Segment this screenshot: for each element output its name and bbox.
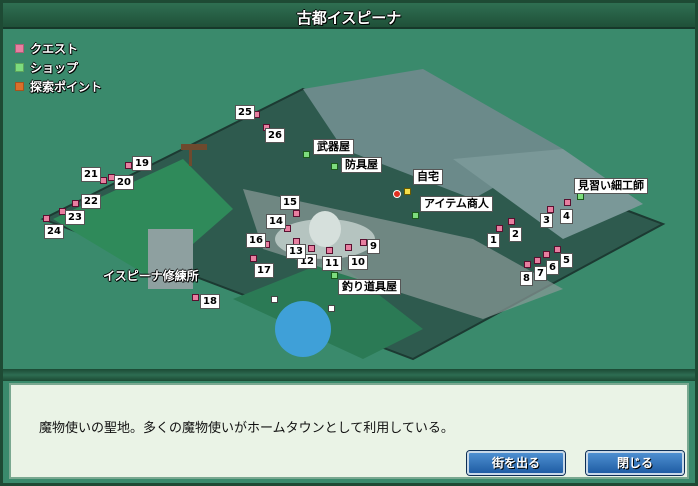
quest-marker[interactable]	[554, 246, 561, 253]
legend-item-explore: 探索ポイント	[15, 77, 102, 96]
legend-label: 探索ポイント	[30, 80, 103, 94]
quest-marker[interactable]	[43, 215, 50, 222]
legend: クエスト ショップ 探索ポイント	[15, 39, 102, 96]
warp-marker[interactable]	[271, 296, 278, 303]
quest-number: 17	[254, 263, 274, 278]
quest-number: 15	[280, 195, 300, 210]
quest-number: 4	[560, 209, 573, 224]
close-button[interactable]: 閉じる	[586, 451, 684, 475]
quest-number: 24	[44, 224, 64, 239]
shop-marker[interactable]	[331, 163, 338, 170]
town-map-window: 古都イスピーナ クエスト ショップ 探索ポイント 武器屋 防具屋 自宅 アイテム…	[0, 0, 698, 486]
place-training-hall[interactable]: イスピーナ修練所	[103, 267, 199, 284]
shop-swatch-icon	[15, 63, 24, 72]
quest-marker[interactable]	[100, 177, 107, 184]
quest-number: 20	[114, 175, 134, 190]
place-fishing-shop[interactable]: 釣り道具屋	[338, 279, 401, 295]
quest-marker[interactable]	[360, 239, 367, 246]
map-area[interactable]: クエスト ショップ 探索ポイント 武器屋 防具屋 自宅 アイテム商人 見習い細工…	[3, 29, 695, 369]
description-text: 魔物使いの聖地。多くの魔物使いがホームタウンとして利用している。	[39, 421, 454, 436]
quest-number: 26	[265, 128, 285, 143]
explore-swatch-icon	[15, 82, 24, 91]
quest-number: 18	[200, 294, 220, 309]
quest-number: 2	[509, 227, 522, 242]
legend-item-quest: クエスト	[15, 39, 102, 58]
shop-marker[interactable]	[577, 193, 584, 200]
quest-number: 13	[286, 244, 306, 259]
quest-marker[interactable]	[543, 251, 550, 258]
current-location-icon	[393, 190, 401, 198]
quest-marker[interactable]	[524, 261, 531, 268]
quest-marker[interactable]	[547, 206, 554, 213]
quest-marker[interactable]	[308, 245, 315, 252]
quest-number: 3	[540, 213, 553, 228]
quest-number: 23	[65, 210, 85, 225]
place-weapon-shop[interactable]: 武器屋	[313, 139, 354, 155]
quest-number: 14	[266, 214, 286, 229]
shop-marker[interactable]	[331, 272, 338, 279]
place-apprentice[interactable]: 見習い細工師	[574, 178, 648, 194]
quest-marker[interactable]	[345, 244, 352, 251]
quest-marker[interactable]	[496, 225, 503, 232]
shop-marker[interactable]	[412, 212, 419, 219]
titlebar: 古都イスピーナ	[3, 3, 695, 29]
quest-number: 16	[246, 233, 266, 248]
quest-number: 19	[132, 156, 152, 171]
quest-number: 6	[546, 260, 559, 275]
legend-item-shop: ショップ	[15, 58, 102, 77]
quest-marker[interactable]	[326, 247, 333, 254]
legend-label: ショップ	[30, 61, 79, 75]
legend-label: クエスト	[30, 42, 79, 56]
quest-marker[interactable]	[534, 257, 541, 264]
divider	[3, 369, 695, 381]
shop-marker[interactable]	[303, 151, 310, 158]
quest-marker[interactable]	[250, 255, 257, 262]
place-armor-shop[interactable]: 防具屋	[341, 157, 382, 173]
quest-number: 1	[487, 233, 500, 248]
quest-marker[interactable]	[125, 162, 132, 169]
place-item-merchant[interactable]: アイテム商人	[420, 196, 493, 212]
quest-marker[interactable]	[564, 199, 571, 206]
quest-swatch-icon	[15, 44, 24, 53]
quest-number: 10	[348, 255, 368, 270]
quest-marker[interactable]	[72, 200, 79, 207]
quest-number: 22	[81, 194, 101, 209]
warp-marker[interactable]	[328, 305, 335, 312]
quest-number: 7	[534, 266, 547, 281]
place-home[interactable]: 自宅	[413, 169, 443, 185]
quest-marker[interactable]	[192, 294, 199, 301]
quest-number: 21	[81, 167, 101, 182]
quest-marker[interactable]	[508, 218, 515, 225]
quest-number: 9	[367, 239, 380, 254]
town-map-image	[40, 69, 666, 361]
quest-marker[interactable]	[293, 210, 300, 217]
quest-number: 11	[322, 256, 342, 271]
home-marker[interactable]	[404, 188, 411, 195]
window-title: 古都イスピーナ	[296, 9, 402, 27]
quest-number: 5	[560, 253, 573, 268]
quest-number: 25	[235, 105, 255, 120]
quest-number: 8	[520, 271, 533, 286]
leave-town-button[interactable]: 街を出る	[467, 451, 565, 475]
